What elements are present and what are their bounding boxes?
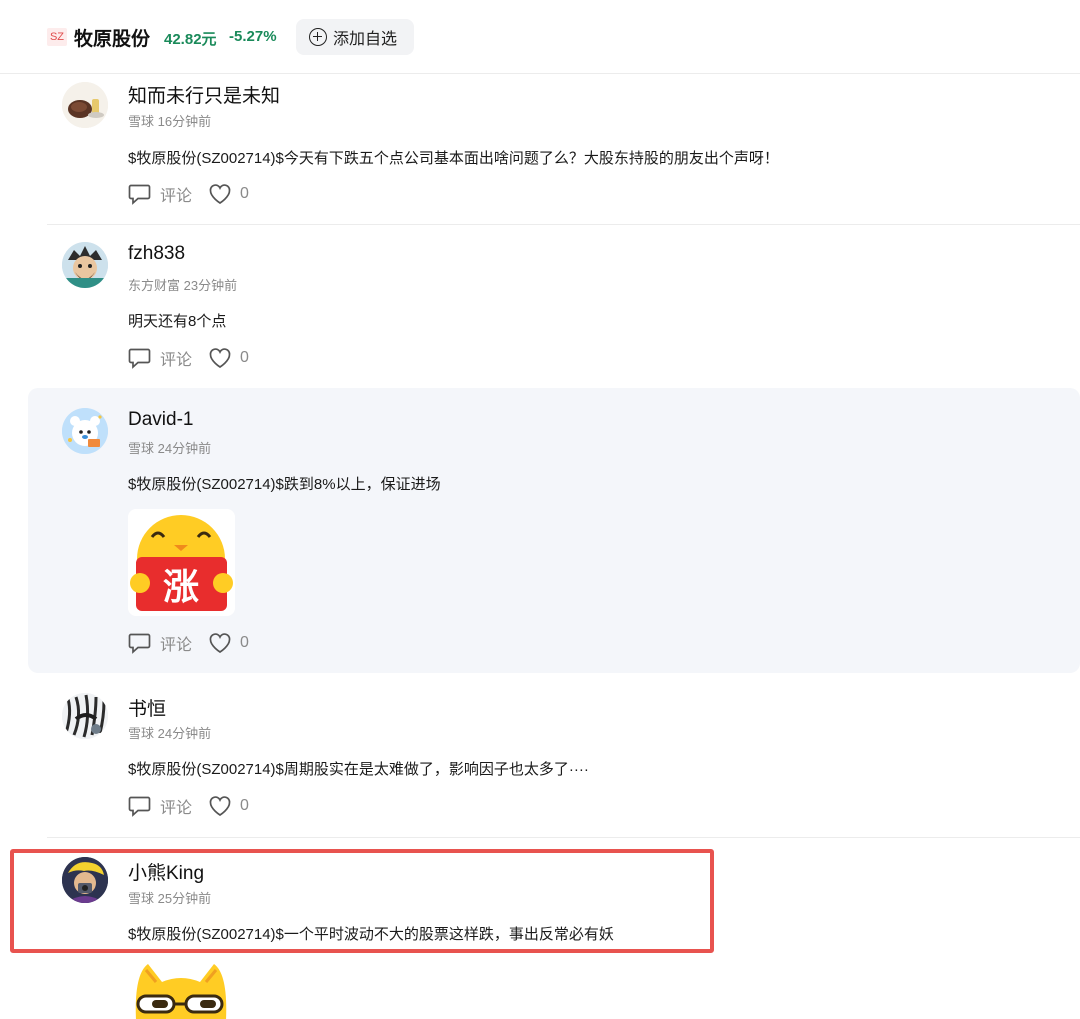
post-actions: 评论 0 — [128, 346, 265, 370]
sticker-text: 涨 — [163, 567, 199, 608]
comment-label: 评论 — [160, 637, 193, 654]
comment-label: 评论 — [160, 188, 193, 205]
comment-button[interactable]: 评论 — [128, 794, 192, 818]
post-meta: 雪球 16分钟前 — [128, 111, 211, 130]
comment-icon — [128, 633, 151, 654]
post-actions: 评论 0 — [128, 794, 265, 818]
post-content[interactable]: $牧原股份(SZ002714)$周期股实在是太难做了，影响因子也太多了···· — [128, 758, 589, 779]
comment-button[interactable]: 评论 — [128, 346, 192, 370]
post-content[interactable]: 明天还有8个点 — [128, 310, 226, 331]
post-meta: 雪球 24分钟前 — [128, 723, 211, 742]
avatar[interactable] — [62, 693, 108, 739]
heart-icon — [209, 796, 231, 817]
post-time: 16分钟前 — [157, 114, 212, 129]
post-item: 知而未行只是未知 雪球 16分钟前 $牧原股份(SZ002714)$今天有下跌五… — [0, 74, 1080, 224]
post-item: 书恒 雪球 24分钟前 $牧原股份(SZ002714)$周期股实在是太难做了，影… — [0, 673, 1080, 837]
heart-icon — [209, 348, 231, 369]
comment-label: 评论 — [160, 800, 193, 817]
avatar[interactable] — [62, 82, 108, 128]
post-content[interactable]: $牧原股份(SZ002714)$跌到8%以上，保证进场 — [128, 473, 441, 494]
post-source: 雪球 — [128, 726, 155, 741]
like-button[interactable]: 0 — [208, 795, 249, 817]
stock-header: SZ 牧原股份 42.82元 -5.27% 添加自选 — [0, 0, 1080, 74]
like-button[interactable]: 0 — [208, 632, 249, 654]
add-watchlist-button[interactable]: 添加自选 — [296, 19, 414, 55]
stock-name[interactable]: 牧原股份 — [74, 24, 150, 51]
post-meta: 雪球 24分钟前 — [128, 438, 211, 457]
username[interactable]: 知而未行只是未知 — [128, 81, 280, 108]
like-count: 0 — [240, 797, 249, 814]
like-button[interactable]: 0 — [208, 347, 249, 369]
stock-change: -5.27% — [229, 28, 277, 45]
comment-icon — [128, 796, 151, 817]
heart-icon — [209, 633, 231, 654]
like-count: 0 — [240, 634, 249, 651]
post-time: 23分钟前 — [183, 278, 238, 293]
like-count: 0 — [240, 185, 249, 202]
plus-circle-icon — [309, 28, 327, 46]
comment-button[interactable]: 评论 — [128, 631, 192, 655]
comment-icon — [128, 348, 151, 369]
post-actions: 评论 0 — [128, 182, 265, 206]
post-meta: 东方财富 23分钟前 — [128, 275, 237, 294]
stock-price: 42.82元 — [164, 31, 217, 48]
sunglasses-sticker-image[interactable] — [128, 960, 234, 1019]
post-item: fzh838 东方财富 23分钟前 明天还有8个点 评论 0 — [0, 225, 1080, 388]
like-count: 0 — [240, 349, 249, 366]
heart-icon — [209, 184, 231, 205]
post-actions: 评论 0 — [128, 631, 265, 655]
username[interactable]: fzh838 — [128, 243, 185, 265]
post-time: 24分钟前 — [157, 726, 212, 741]
username[interactable]: David-1 — [128, 409, 193, 431]
post-time: 24分钟前 — [157, 441, 212, 456]
username[interactable]: 书恒 — [128, 694, 166, 721]
add-watchlist-label: 添加自选 — [333, 31, 398, 48]
post-content[interactable]: $牧原股份(SZ002714)$今天有下跌五个点公司基本面出啥问题了么？大股东持… — [128, 147, 779, 168]
comment-icon — [128, 184, 151, 205]
avatar[interactable] — [62, 408, 108, 454]
post-source: 雪球 — [128, 114, 155, 129]
comment-label: 评论 — [160, 352, 193, 369]
highlight-box — [10, 849, 714, 953]
exchange-badge: SZ — [47, 28, 67, 46]
post-source: 雪球 — [128, 441, 155, 456]
rise-sticker-image[interactable]: 涨 — [128, 509, 235, 616]
like-button[interactable]: 0 — [208, 183, 249, 205]
post-item: David-1 雪球 24分钟前 $牧原股份(SZ002714)$跌到8%以上，… — [28, 388, 1080, 673]
post-source: 东方财富 — [128, 278, 181, 293]
avatar[interactable] — [62, 242, 108, 288]
comment-button[interactable]: 评论 — [128, 182, 192, 206]
